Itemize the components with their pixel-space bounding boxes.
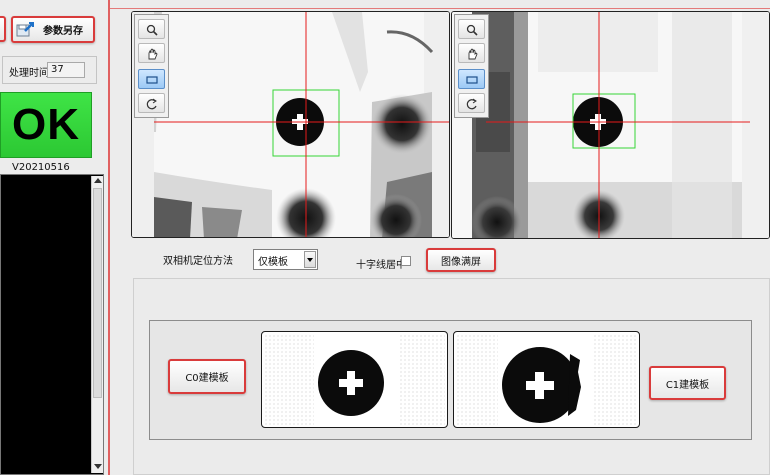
c1-build-template-label: C1建模板 [665, 379, 710, 391]
rectangle-roi-tool-button[interactable] [458, 69, 485, 89]
save-params-label: 参数另存 [43, 26, 83, 37]
pan-hand-icon [468, 48, 478, 60]
camera-0-image [132, 12, 449, 237]
scroll-down-arrow[interactable] [94, 464, 102, 469]
ok-result-text: OK [12, 100, 80, 149]
fullscreen-button[interactable]: 图像满屏 [426, 248, 496, 272]
c1-template-preview [453, 331, 640, 428]
locate-method-select[interactable]: 仅模板 [253, 249, 318, 270]
c1-build-template-button[interactable]: C1建模板 [649, 366, 726, 400]
pan-tool-button[interactable] [458, 43, 485, 63]
camera-view-1[interactable] [451, 11, 770, 239]
c0-build-template-button[interactable]: C0建模板 [168, 359, 246, 394]
version-label: V20210516 [12, 162, 70, 173]
camera-view-0[interactable] [131, 11, 450, 238]
c1-template-image [502, 347, 581, 423]
processing-time-label: 处理时间 [9, 68, 49, 79]
rotate-icon [466, 98, 477, 110]
locate-method-label: 双相机定位方法 [163, 256, 233, 267]
rotate-tool-button[interactable] [458, 93, 485, 113]
c0-template-image [318, 350, 384, 416]
c0-build-template-label: C0建模板 [185, 373, 229, 384]
ok-indicator: OK [0, 92, 92, 158]
zoom-icon [146, 24, 158, 36]
save-params-button[interactable]: 参数另存 [11, 16, 95, 43]
top-border-line [110, 8, 770, 9]
camera-0-toolbar [134, 14, 169, 118]
processing-time-field: 37 [47, 62, 85, 78]
rectangle-roi-tool-button[interactable] [138, 69, 165, 89]
scroll-thumb[interactable] [93, 188, 102, 398]
zoom-tool-button[interactable] [458, 19, 485, 39]
rotate-icon [146, 98, 157, 110]
chevron-down-icon [307, 258, 313, 262]
camera-1-toolbar [454, 14, 489, 118]
scroll-up-arrow[interactable] [94, 178, 102, 183]
rotate-tool-button[interactable] [138, 93, 165, 113]
rectangle-roi-icon [466, 76, 478, 84]
zoom-icon [466, 24, 478, 36]
camera-1-image [452, 12, 769, 238]
log-scrollbar[interactable] [91, 176, 103, 473]
dropdown-arrow-button[interactable] [304, 251, 316, 268]
log-output-box [0, 174, 104, 475]
crosshair-center-label: 十字线居中 [356, 260, 406, 271]
c0-template-preview [261, 331, 448, 428]
fullscreen-label: 图像满屏 [441, 256, 481, 268]
panel-divider [108, 0, 110, 475]
rectangle-roi-icon [146, 76, 158, 84]
processing-time-value: 37 [51, 64, 64, 75]
pan-tool-button[interactable] [138, 43, 165, 63]
save-params-icon [16, 21, 34, 38]
partial-left-button[interactable] [0, 16, 6, 42]
zoom-tool-button[interactable] [138, 19, 165, 39]
crosshair-center-checkbox[interactable] [401, 256, 411, 266]
pan-hand-icon [148, 48, 158, 60]
locate-method-value: 仅模板 [258, 257, 288, 268]
